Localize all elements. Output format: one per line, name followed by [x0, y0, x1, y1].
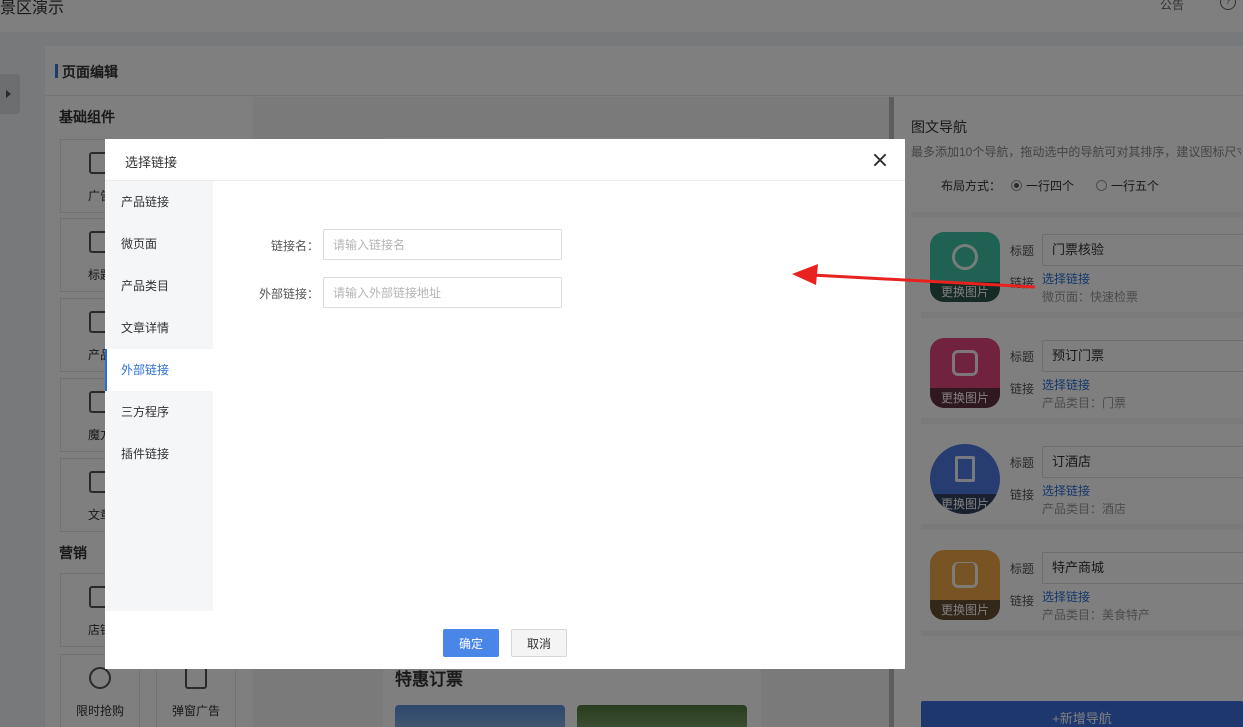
external-url-input[interactable] — [323, 277, 562, 308]
tab-plugin-link[interactable]: 插件链接 — [105, 433, 213, 475]
external-url-row: 外部链接： — [213, 277, 713, 309]
dialog-header: 选择链接 — [105, 139, 905, 181]
link-name-row: 链接名： — [213, 229, 713, 261]
link-name-input[interactable] — [323, 229, 562, 260]
close-icon[interactable] — [871, 151, 889, 169]
tab-product-category[interactable]: 产品类目 — [105, 265, 213, 307]
tab-article-detail[interactable]: 文章详情 — [105, 307, 213, 349]
tab-external-link[interactable]: 外部链接 — [105, 349, 213, 391]
tab-micro-page[interactable]: 微页面 — [105, 223, 213, 265]
tab-third-party-app[interactable]: 三方程序 — [105, 391, 213, 433]
link-type-tabs: 产品链接 微页面 产品类目 文章详情 外部链接 三方程序 插件链接 — [105, 181, 213, 611]
tab-product-link[interactable]: 产品链接 — [105, 181, 213, 223]
dialog-title: 选择链接 — [125, 155, 178, 170]
link-name-label: 链接名： — [270, 239, 319, 253]
confirm-button[interactable]: 确定 — [443, 629, 499, 657]
cancel-button[interactable]: 取消 — [511, 629, 567, 657]
external-url-label: 外部链接： — [258, 287, 319, 301]
select-link-dialog: 选择链接 产品链接 微页面 产品类目 文章详情 外部链接 三方程序 插件链接 链… — [105, 139, 905, 669]
